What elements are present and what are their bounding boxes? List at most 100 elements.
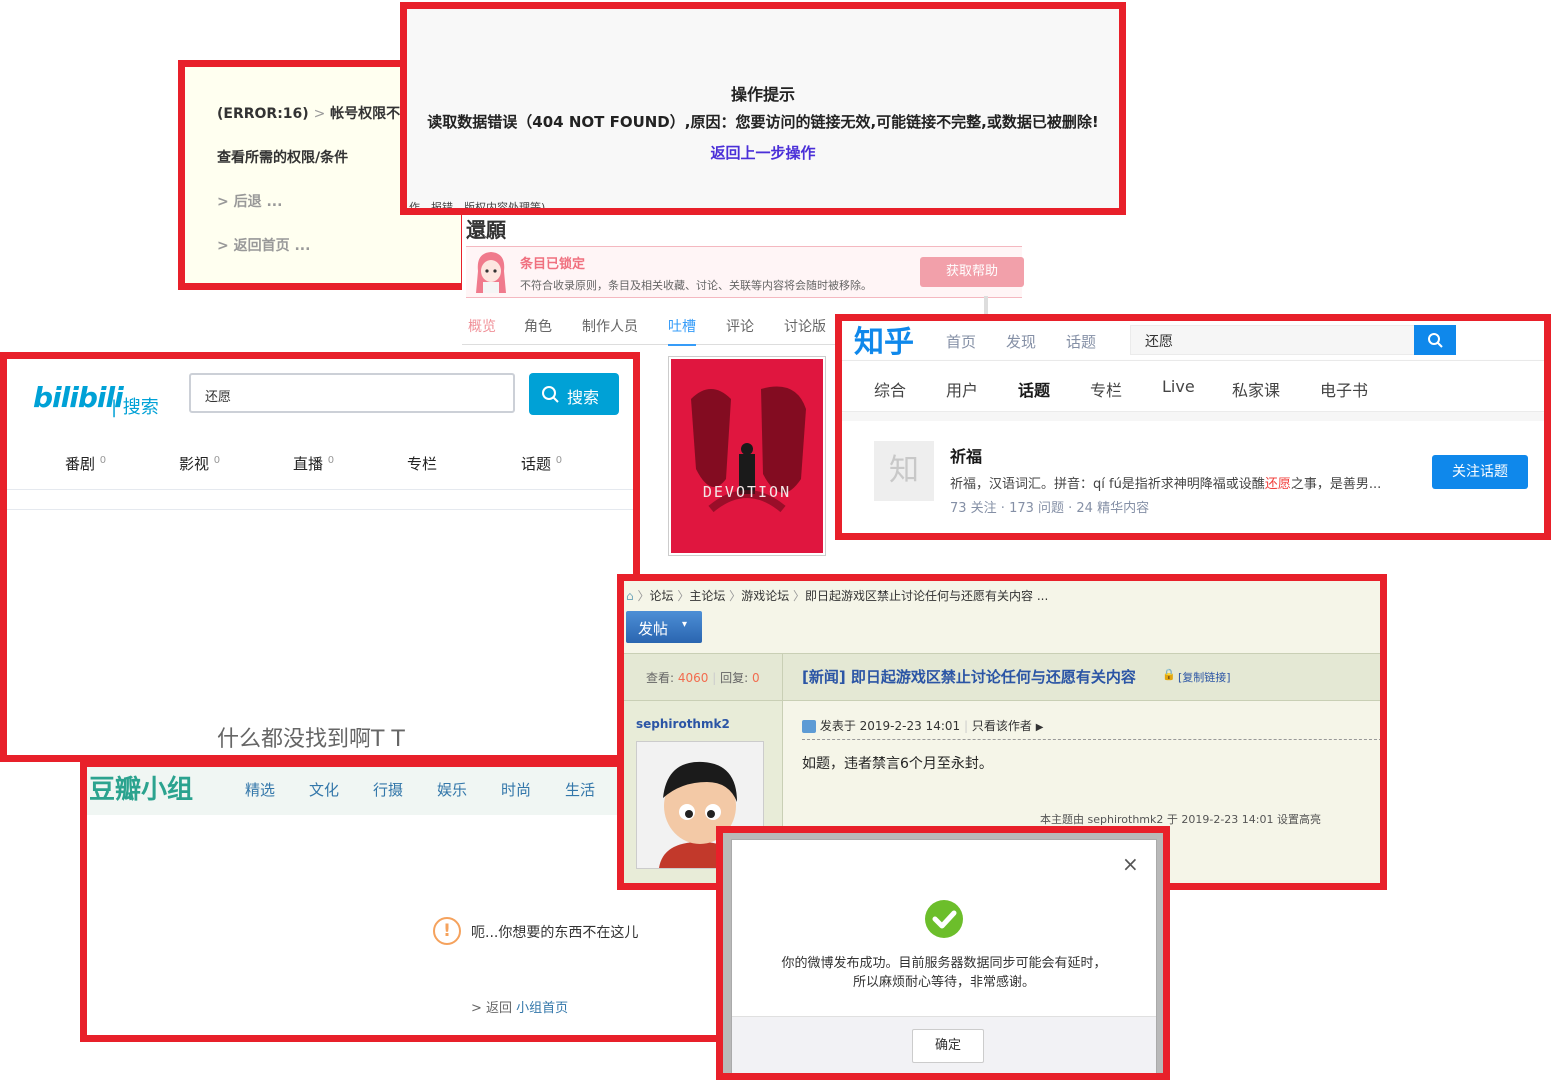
help-button[interactable]: 获取帮助 — [920, 257, 1024, 287]
bili-tab-label: 番剧 — [65, 455, 96, 473]
zhihu-tabs: 综合 用户 话题 专栏 Live 私家课 电子书 — [842, 361, 1544, 416]
divider — [984, 296, 988, 316]
topic-stats: 73 关注 · 173 问题 · 24 精华内容 — [950, 501, 1150, 516]
zhihu-tab-live[interactable]: Live — [1162, 377, 1195, 396]
bilibili-panel: bilibili | 搜索 还愿 搜索 番剧 0 影视 0 直播 0 专栏 话题… — [0, 352, 640, 762]
bilibili-search-value: 还愿 — [205, 390, 232, 405]
cover-image[interactable]: DEVOTION — [668, 356, 826, 556]
douban-logo[interactable]: 豆瓣小组 — [89, 769, 193, 806]
success-check-icon — [925, 900, 963, 938]
zhihu-tab-columns[interactable]: 专栏 — [1090, 377, 1122, 401]
bili-tab-label: 话题 — [521, 455, 552, 473]
douban-nav-featured[interactable]: 精选 — [245, 779, 275, 800]
cover-text: DEVOTION — [702, 483, 792, 501]
zhihu-tab-users[interactable]: 用户 — [946, 377, 978, 401]
post-meta: 发表于 2019-2-23 14:01 | 只看该作者 ▶ — [802, 717, 1043, 734]
zhihu-nav-home[interactable]: 首页 — [946, 331, 976, 352]
zhihu-tab-topics[interactable]: 话题 — [1018, 377, 1051, 416]
copy-link[interactable]: [复制链接] — [1178, 669, 1231, 685]
breadcrumb-item[interactable]: 即日起游戏区禁止讨论任何与还愿有关内容 ... — [805, 589, 1048, 603]
error-line: (ERROR:16) > 帐号权限不足 — [217, 103, 414, 123]
zhihu-panel: 知乎 首页 发现 话题 还愿 综合 用户 话题 专栏 Live 私家课 电子书 … — [835, 314, 1551, 540]
zhihu-search-button[interactable] — [1414, 325, 1456, 355]
bilibili-logo[interactable]: bilibili — [33, 381, 124, 414]
bili-tab-live[interactable]: 直播 0 — [293, 453, 334, 474]
bilibili-search-input[interactable]: 还愿 — [189, 373, 515, 413]
zhihu-nav-discover[interactable]: 发现 — [1006, 331, 1036, 352]
zhihu-nav-topics[interactable]: 话题 — [1066, 331, 1096, 352]
replies-label: 回复: — [720, 671, 749, 685]
follow-topic-button[interactable]: 关注话题 — [1432, 455, 1528, 489]
tip-title: 操作提示 — [730, 85, 795, 104]
topic-desc-text: 祈福，汉语词汇。拼音：qí fú是指祈求神明降福或设醮 — [950, 477, 1265, 492]
breadcrumb-item[interactable]: 论坛 — [649, 589, 673, 603]
bili-tab-anime[interactable]: 番剧 0 — [65, 453, 106, 474]
weibo-success-message: 你的微博发布成功。目前服务器数据同步可能会有延时，所以麻烦耐心等待，非常感谢。 — [781, 956, 1107, 990]
tab-reviews[interactable]: 评论 — [726, 316, 754, 336]
confirm-button[interactable]: 确定 — [912, 1029, 984, 1063]
topic-desc-tail: 之事，是善男... — [1290, 477, 1382, 492]
bili-tab-columns[interactable]: 专栏 — [407, 453, 437, 474]
bilibili-search-button[interactable]: 搜索 — [529, 373, 619, 415]
topic-avatar[interactable]: 知 — [874, 441, 934, 501]
divider — [802, 739, 1380, 740]
search-icon — [542, 386, 559, 403]
thread-header: 查看: 4060 | 回复: 0 [新闻] 即日起游戏区禁止讨论任何与还愿有关内… — [624, 653, 1380, 701]
tip-panel: 操作提示 读取数据错误（404 NOT FOUND）,原因：您要访问的链接无效,… — [400, 2, 1126, 215]
zhihu-tab-courses[interactable]: 私家课 — [1232, 377, 1280, 401]
new-post-button[interactable]: 发帖 ▾ — [626, 611, 702, 643]
tip-back-link[interactable]: 返回上一步操作 — [407, 142, 1119, 163]
bili-tab-topics[interactable]: 话题 0 — [521, 453, 562, 474]
view-permission-link[interactable]: 查看所需的权限/条件 — [217, 147, 348, 167]
mascot-icon — [472, 249, 510, 295]
tab-board[interactable]: 讨论版 — [784, 316, 826, 336]
bilibili-logo-suffix: | 搜索 — [111, 397, 159, 418]
highlight-note: 本主题由 sephirothmk2 于 2019-2-23 14:01 设置高亮 — [1040, 813, 1321, 826]
topic-desc: 祈福，汉语词汇。拼音：qí fú是指祈求神明降福或设醮还愿之事，是善男... — [950, 473, 1381, 492]
douban-back-link[interactable]: 小组首页 — [516, 1001, 568, 1016]
replies-count: 0 — [751, 671, 760, 685]
tab-characters[interactable]: 角色 — [524, 316, 552, 336]
breadcrumb-item[interactable]: 游戏论坛 — [741, 589, 789, 603]
thread-stats: 查看: 4060 | 回复: 0 — [646, 671, 760, 685]
divider — [7, 489, 633, 490]
douban-nav-entertainment[interactable]: 娱乐 — [437, 779, 467, 800]
error-code: (ERROR:16) — [217, 106, 309, 122]
locked-notice: 条目已锁定 不符合收录原则，条目及相关收藏、讨论、关联等内容将会随时被移除。 获… — [466, 246, 1024, 298]
back-link[interactable]: > 后退 ... — [217, 191, 282, 211]
douban-back: > 返回 小组首页 — [471, 997, 568, 1016]
dialog-footer: 确定 — [732, 1016, 1156, 1073]
only-author-link[interactable]: 只看该作者 — [972, 719, 1032, 733]
post-content: 如题，违者禁言6个月至永封。 — [802, 756, 993, 772]
tab-staff[interactable]: 制作人员 — [582, 316, 638, 336]
bili-tab-label: 专栏 — [407, 455, 438, 473]
zhihu-search-input[interactable]: 还愿 — [1130, 325, 1416, 355]
douban-nav-fashion[interactable]: 时尚 — [501, 779, 531, 800]
douban-nav-life[interactable]: 生活 — [565, 779, 595, 800]
bili-tab-movies[interactable]: 影视 0 — [179, 453, 220, 474]
locked-title: 条目已锁定 — [520, 257, 586, 272]
views-label: 查看: — [646, 671, 675, 685]
tab-comments-short[interactable]: 吐槽 — [668, 316, 696, 346]
weibo-dialog-panel: × 你的微博发布成功。目前服务器数据同步可能会有延时，所以麻烦耐心等待，非常感谢… — [716, 826, 1170, 1080]
tip-footer: 作、报错、版权内容处理等) — [409, 201, 546, 214]
user-icon — [802, 720, 816, 733]
topic-title[interactable]: 祈福 — [950, 443, 982, 467]
author-name[interactable]: sephirothmk2 — [636, 717, 730, 731]
close-icon[interactable]: × — [1122, 852, 1139, 876]
douban-nav-culture[interactable]: 文化 — [309, 779, 339, 800]
home-icon[interactable]: ⌂ — [626, 589, 634, 603]
zhihu-logo[interactable]: 知乎 — [854, 321, 914, 361]
zhihu-tab-all[interactable]: 综合 — [874, 377, 906, 401]
breadcrumb-item[interactable]: 主论坛 — [689, 589, 725, 603]
douban-nav-travel[interactable]: 行摄 — [373, 779, 403, 800]
bili-tab-count: 0 — [213, 455, 221, 466]
search-icon — [1428, 333, 1443, 348]
tab-overview[interactable]: 概览 — [468, 316, 496, 336]
bilibili-search-label: 搜索 — [567, 388, 600, 407]
divider — [842, 413, 1544, 421]
weibo-dialog: × 你的微博发布成功。目前服务器数据同步可能会有延时，所以麻烦耐心等待，非常感谢… — [731, 839, 1157, 1073]
zhihu-tab-ebooks[interactable]: 电子书 — [1320, 377, 1368, 401]
home-link[interactable]: > 返回首页 ... — [217, 235, 310, 255]
divider — [7, 509, 633, 510]
